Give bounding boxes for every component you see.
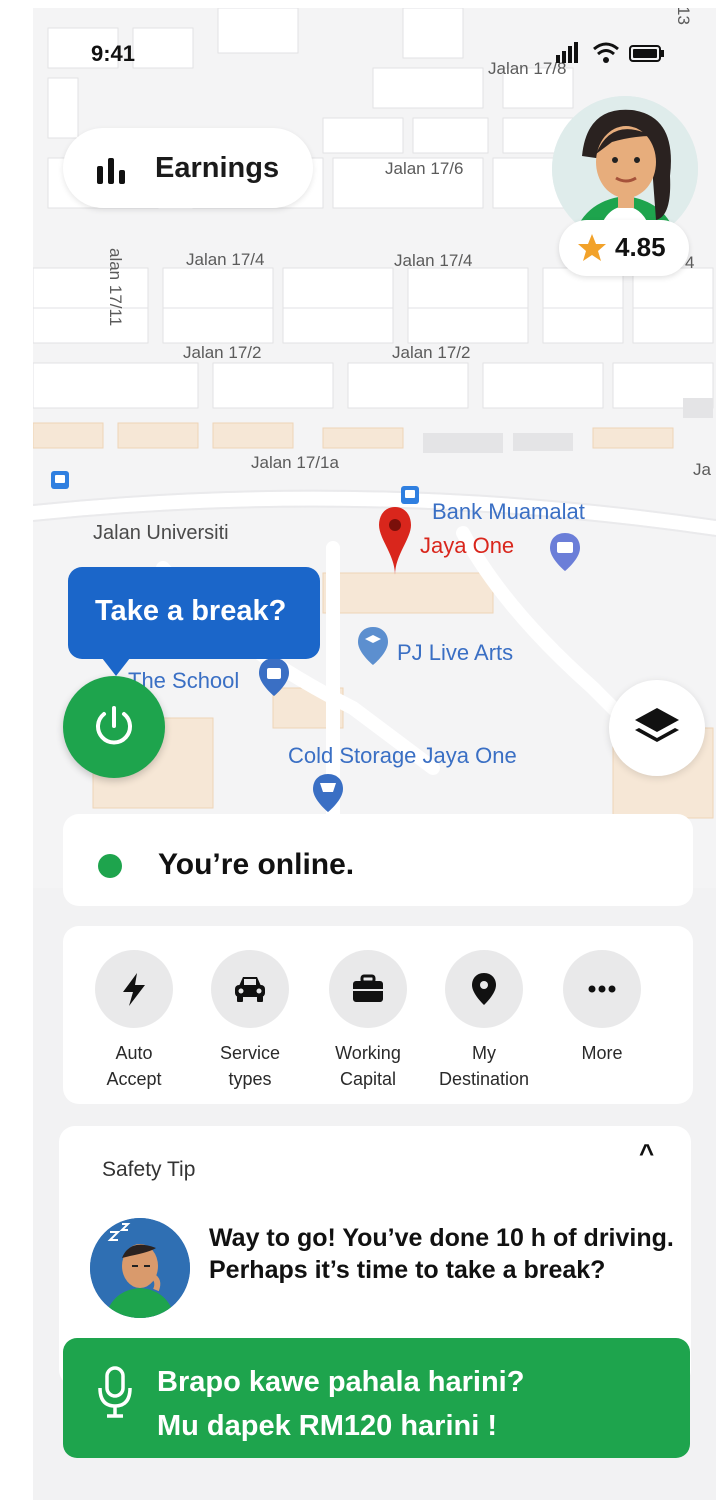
take-break-tooltip[interactable]: Take a break? [68, 567, 320, 659]
action-label: Auto Accept [75, 1040, 193, 1092]
go-offline-button[interactable] [63, 676, 165, 778]
action-label-line2: types [228, 1069, 272, 1089]
voice-line-1: Brapo kawe pahala harini? [157, 1366, 525, 1398]
rating-value: 4.85 [615, 232, 666, 262]
poi-bank-label[interactable]: Bank Muamalat [432, 499, 585, 525]
action-label-line2: Destination [438, 1069, 530, 1089]
online-status-card: You’re online. [63, 814, 693, 906]
more-button[interactable]: More [543, 950, 661, 1066]
street-label: Ja [693, 460, 711, 479]
phone-screen: Jalan 17/8 Jalan 17/6 Jalan 17/4 Jalan 1… [33, 8, 716, 1500]
tooltip-tail [102, 658, 130, 676]
street-label: Jalan 17/6 [385, 159, 464, 178]
action-label-line1: More [581, 1043, 623, 1063]
action-label-line1: Auto [115, 1043, 153, 1063]
quick-actions-card: Auto Accept Service types Working Capita… [63, 926, 693, 1104]
bar-chart-icon [97, 158, 125, 184]
action-label-line2: Accept [106, 1069, 162, 1089]
voice-line-2: Mu dapek RM120 harini ! [157, 1410, 498, 1442]
bus-stop-icon [51, 471, 69, 489]
action-label: My Destination [425, 1040, 543, 1092]
online-indicator [98, 854, 122, 878]
earnings-button[interactable]: Earnings [63, 128, 313, 208]
action-label: Working Capital [309, 1040, 427, 1092]
layers-icon [635, 708, 679, 742]
voice-assistant-banner[interactable]: Brapo kawe pahala harini? Mu dapek RM120… [63, 1338, 690, 1458]
status-time: 9:41 [91, 41, 136, 66]
sleepy-driver-icon [90, 1218, 190, 1318]
action-label: More [543, 1040, 661, 1066]
more-icon [588, 985, 616, 993]
poi-arts-label[interactable]: PJ Live Arts [397, 640, 513, 666]
shop-icon [259, 658, 289, 696]
street-label: Jalan 17/1a [251, 453, 339, 472]
action-circle [445, 950, 523, 1028]
sleepy-driver-illustration [90, 1218, 190, 1318]
car-icon [235, 977, 265, 1002]
action-label-line1: Service [219, 1043, 281, 1063]
destination-pin-icon[interactable] [377, 505, 413, 579]
take-break-text: Take a break? [95, 595, 287, 627]
status-icons [556, 42, 664, 63]
arts-icon [358, 627, 388, 665]
auto-accept-button[interactable]: Auto Accept [75, 950, 193, 1092]
street-label: Jalan 17/4 [394, 251, 473, 270]
action-circle [211, 950, 289, 1028]
service-types-button[interactable]: Service types [191, 950, 309, 1092]
street-label: Jalan 17/2 [392, 343, 471, 362]
safety-tip-title: Safety Tip [102, 1158, 196, 1181]
working-capital-button[interactable]: Working Capital [309, 950, 427, 1092]
pin-icon [472, 973, 496, 1005]
street-label: Jalan 17/2 [183, 343, 262, 362]
my-destination-button[interactable]: My Destination [425, 950, 543, 1092]
power-icon [96, 706, 132, 745]
star-icon [578, 234, 606, 261]
briefcase-icon [353, 974, 383, 1002]
cart-icon [313, 774, 343, 812]
action-circle [563, 950, 641, 1028]
street-label: alan 17/11 [106, 248, 125, 327]
action-label-line2: Capital [339, 1069, 397, 1089]
microphone-icon [98, 1366, 132, 1418]
street-label: 13 [674, 8, 693, 25]
action-label-line1: My [472, 1043, 496, 1063]
driver-rating: 4.85 [559, 220, 689, 276]
bolt-icon [123, 973, 145, 1006]
action-label-line1: Working [335, 1043, 401, 1063]
collapse-caret-icon[interactable]: ^ [639, 1138, 654, 1169]
online-status-text: You’re online. [158, 848, 355, 881]
destination-label[interactable]: Jaya One [420, 533, 514, 559]
street-label: Jalan Universiti [93, 522, 229, 544]
map-layers-button[interactable] [609, 680, 705, 776]
action-circle [95, 950, 173, 1028]
bus-stop-icon [401, 486, 419, 504]
action-label: Service types [191, 1040, 309, 1092]
earnings-label: Earnings [155, 152, 280, 184]
street-label: Jalan 17/4 [186, 250, 265, 269]
poi-store-label[interactable]: Cold Storage Jaya One [288, 743, 517, 769]
safety-tip-message: Way to go! You’ve done 10 h of driving. … [209, 1224, 674, 1284]
action-circle [329, 950, 407, 1028]
atm-icon [550, 533, 580, 571]
